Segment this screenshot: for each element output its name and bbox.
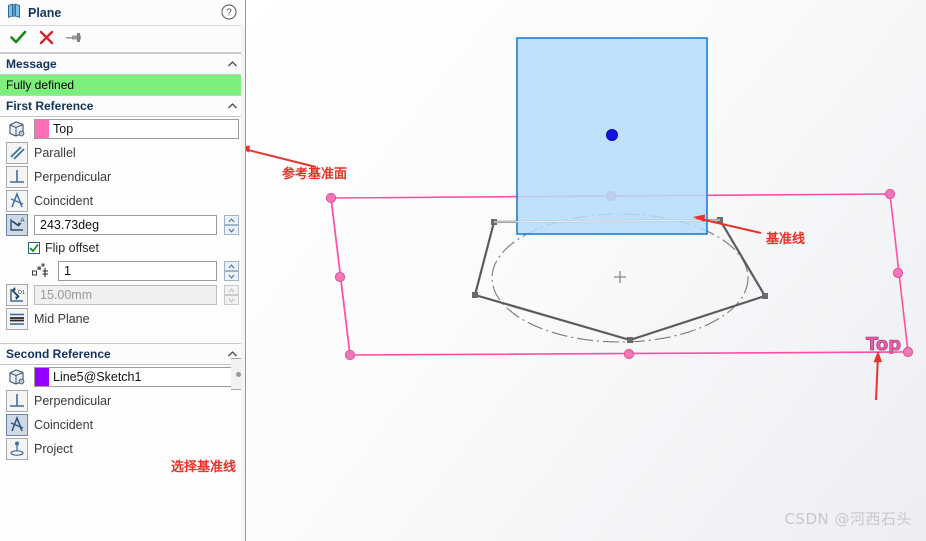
- parallel-icon[interactable]: [6, 142, 28, 164]
- distance-stepper-down[interactable]: [224, 295, 239, 305]
- section-header-second-reference-label: Second Reference: [6, 347, 111, 361]
- watermark: CSDN @河西石头: [784, 510, 912, 528]
- origin-marker: [614, 271, 626, 283]
- instances-stepper[interactable]: [224, 261, 239, 281]
- instances-row: 1: [0, 259, 245, 283]
- cancel-button[interactable]: [39, 30, 54, 48]
- status-message-text: Fully defined: [6, 78, 75, 92]
- section-header-first-reference[interactable]: First Reference: [0, 95, 245, 117]
- angle-input[interactable]: 243.73deg: [34, 215, 217, 235]
- section-header-first-reference-label: First Reference: [6, 99, 94, 113]
- angle-stepper-up[interactable]: [224, 215, 239, 225]
- instances-input[interactable]: 1: [58, 261, 217, 281]
- distance-row: D1 15.00mm: [0, 283, 245, 307]
- accept-button[interactable]: [10, 30, 27, 48]
- constraint-coincident-label: Coincident: [34, 194, 94, 208]
- angle-stepper[interactable]: [224, 215, 239, 235]
- section-header-second-reference[interactable]: Second Reference: [0, 343, 245, 365]
- chevron-up-icon[interactable]: [227, 59, 238, 70]
- plane-icon: [6, 3, 22, 22]
- second-reference-value: Line5@Sketch1: [53, 370, 142, 384]
- help-icon[interactable]: ?: [221, 4, 237, 20]
- second-reference-color-swatch: [35, 368, 49, 386]
- second-constraint-perpendicular-label: Perpendicular: [34, 394, 112, 408]
- chevron-up-icon[interactable]: [227, 101, 238, 112]
- first-reference-selection-row: Top: [0, 117, 245, 141]
- flip-offset-row[interactable]: Flip offset: [0, 237, 245, 259]
- flip-offset-label: Flip offset: [45, 241, 99, 255]
- splitter-dot-icon: [235, 371, 241, 377]
- edge-reference-icon: [6, 366, 28, 388]
- perpendicular-icon[interactable]: [6, 166, 28, 188]
- pushpin-button[interactable]: [66, 30, 83, 48]
- angle-stepper-down[interactable]: [224, 225, 239, 235]
- annotation-select-datum-line: 选择基准线: [171, 460, 237, 475]
- second-constraint-perpendicular-row[interactable]: Perpendicular: [0, 389, 245, 413]
- section-header-message-label: Message: [6, 57, 57, 71]
- section-header-message[interactable]: Message: [0, 53, 245, 75]
- annotation-reference-plane: 参考基准面: [282, 167, 348, 182]
- angle-icon[interactable]: A: [6, 214, 28, 236]
- project-icon[interactable]: [6, 438, 28, 460]
- angle-value: 243.73deg: [40, 218, 100, 232]
- mid-plane-icon[interactable]: [6, 308, 28, 330]
- preview-plane[interactable]: [516, 37, 708, 235]
- first-reference-color-swatch: [35, 120, 49, 138]
- distance-input[interactable]: 15.00mm: [34, 285, 217, 305]
- mid-plane-row[interactable]: Mid Plane: [0, 307, 245, 331]
- constraint-parallel-row[interactable]: Parallel: [0, 141, 245, 165]
- distance-stepper-up[interactable]: [224, 285, 239, 295]
- second-constraint-project-label: Project: [34, 442, 73, 456]
- annotation-datum-line: 基准线: [766, 232, 806, 247]
- instances-value: 1: [64, 264, 71, 278]
- status-message: Fully defined: [0, 75, 245, 95]
- distance-value: 15.00mm: [40, 288, 93, 302]
- angle-row: A 243.73deg: [0, 213, 245, 237]
- second-constraint-coincident-row[interactable]: Coincident: [0, 413, 245, 437]
- property-manager-title-bar: Plane ?: [0, 0, 245, 26]
- distance-stepper[interactable]: [224, 285, 239, 305]
- panel-scrollbar[interactable]: [241, 25, 245, 541]
- constraint-coincident-row[interactable]: Coincident: [0, 189, 245, 213]
- page-title: Plane: [28, 5, 62, 20]
- svg-text:A: A: [21, 218, 25, 224]
- second-constraint-coincident-label: Coincident: [34, 418, 94, 432]
- coincident-icon[interactable]: [6, 190, 28, 212]
- model-geometry: Top: [246, 37, 914, 401]
- instances-stepper-down[interactable]: [224, 271, 239, 281]
- face-reference-icon: [6, 118, 28, 140]
- constraint-parallel-label: Parallel: [34, 146, 76, 160]
- instances-icon: [30, 260, 52, 282]
- second-reference-selection-row: Line5@Sketch1: [0, 365, 245, 389]
- first-reference-value: Top: [53, 122, 74, 136]
- second-reference-input[interactable]: Line5@Sketch1: [34, 367, 239, 387]
- perpendicular-icon[interactable]: [6, 390, 28, 412]
- flip-offset-checkbox[interactable]: [28, 242, 40, 254]
- property-manager-toolbar: [0, 26, 245, 53]
- coincident-icon[interactable]: [6, 414, 28, 436]
- plane-label-top: Top: [866, 334, 901, 355]
- distance-icon[interactable]: D1: [6, 284, 28, 306]
- graphics-viewport[interactable]: Top 参考基准面 基准线 CSDN @河西石头: [246, 0, 926, 541]
- svg-text:?: ?: [226, 8, 232, 19]
- mid-plane-label: Mid Plane: [34, 312, 90, 326]
- solidworks-window: Plane ? Message Fully defined First Refe…: [0, 0, 926, 541]
- instances-stepper-up[interactable]: [224, 261, 239, 271]
- first-reference-input[interactable]: Top: [34, 119, 239, 139]
- constraint-perpendicular-row[interactable]: Perpendicular: [0, 165, 245, 189]
- svg-text:D1: D1: [18, 290, 25, 296]
- constraint-perpendicular-label: Perpendicular: [34, 170, 112, 184]
